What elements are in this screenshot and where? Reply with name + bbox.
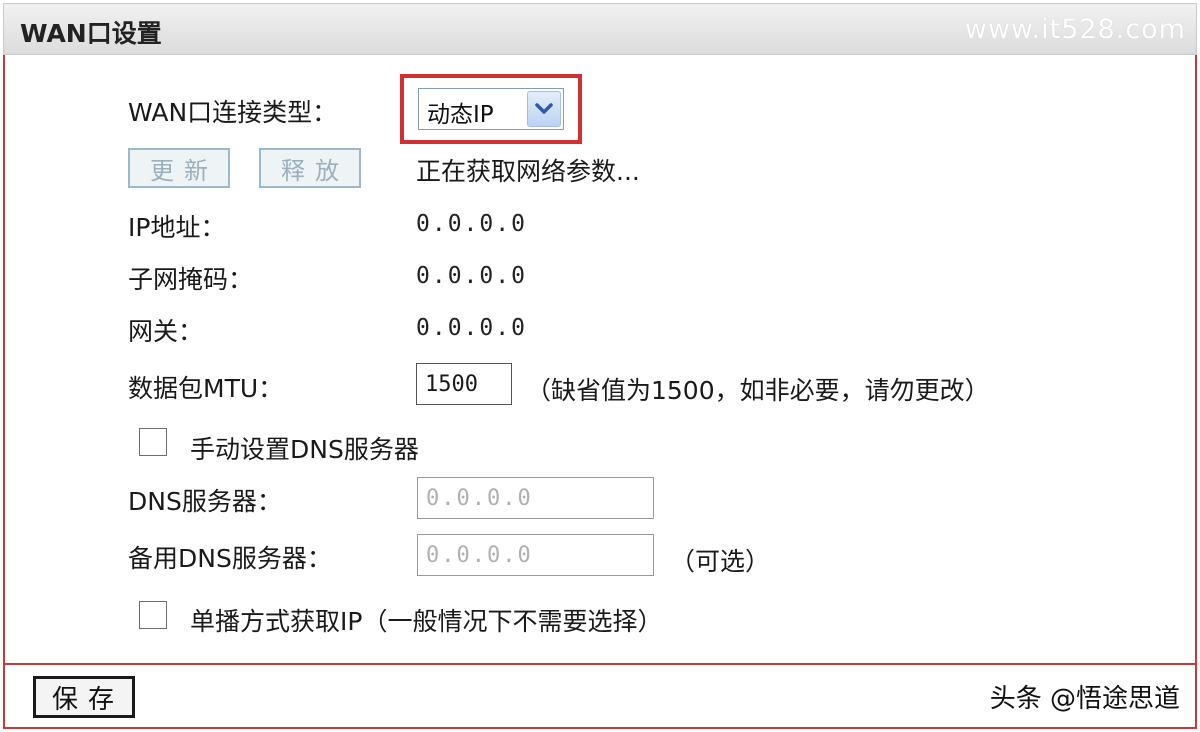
save-button[interactable]: 保存 bbox=[33, 676, 135, 718]
dns-input[interactable]: 0.0.0.0 bbox=[417, 477, 654, 519]
author-watermark: 头条 @悟途思道 bbox=[989, 684, 1180, 714]
release-button[interactable]: 释放 bbox=[259, 148, 361, 188]
wan-type-label: WAN口连接类型： bbox=[128, 98, 338, 127]
title-bar: WAN口设置 www.it528.com bbox=[3, 3, 1197, 55]
mtu-input[interactable]: 1500 bbox=[416, 363, 512, 405]
mtu-label: 数据包MTU： bbox=[128, 374, 284, 403]
chevron-down-icon bbox=[535, 103, 553, 114]
ip-value: 0.0.0.0 bbox=[416, 211, 527, 237]
unicast-label: 单播方式获取IP（一般情况下不需要选择） bbox=[190, 607, 663, 636]
wan-type-select[interactable]: 动态IP bbox=[418, 88, 564, 130]
page-title: WAN口设置 bbox=[20, 19, 162, 48]
renew-button[interactable]: 更新 bbox=[128, 148, 230, 188]
wan-settings-page: WAN口设置 www.it528.com WAN口连接类型： 动态IP 更新 释… bbox=[0, 0, 1200, 732]
alt-dns-hint: （可选） bbox=[670, 547, 771, 576]
gateway-value: 0.0.0.0 bbox=[416, 315, 527, 341]
unicast-checkbox[interactable] bbox=[139, 601, 167, 629]
alt-dns-input[interactable]: 0.0.0.0 bbox=[417, 534, 654, 576]
dns-label: DNS服务器： bbox=[128, 487, 282, 516]
subnet-mask-label: 子网掩码： bbox=[128, 265, 254, 294]
manual-dns-label: 手动设置DNS服务器 bbox=[190, 435, 419, 464]
wan-type-selected-value: 动态IP bbox=[427, 102, 494, 128]
subnet-mask-value: 0.0.0.0 bbox=[416, 263, 527, 289]
gateway-label: 网关： bbox=[128, 317, 204, 346]
alt-dns-label: 备用DNS服务器： bbox=[128, 544, 332, 573]
site-watermark: www.it528.com bbox=[964, 14, 1186, 45]
status-text: 正在获取网络参数... bbox=[416, 157, 640, 186]
ip-label: IP地址： bbox=[128, 213, 226, 242]
manual-dns-checkbox[interactable] bbox=[139, 428, 167, 456]
mtu-hint: （缺省值为1500，如非必要，请勿更改） bbox=[526, 376, 990, 405]
dropdown-button[interactable] bbox=[527, 91, 561, 127]
